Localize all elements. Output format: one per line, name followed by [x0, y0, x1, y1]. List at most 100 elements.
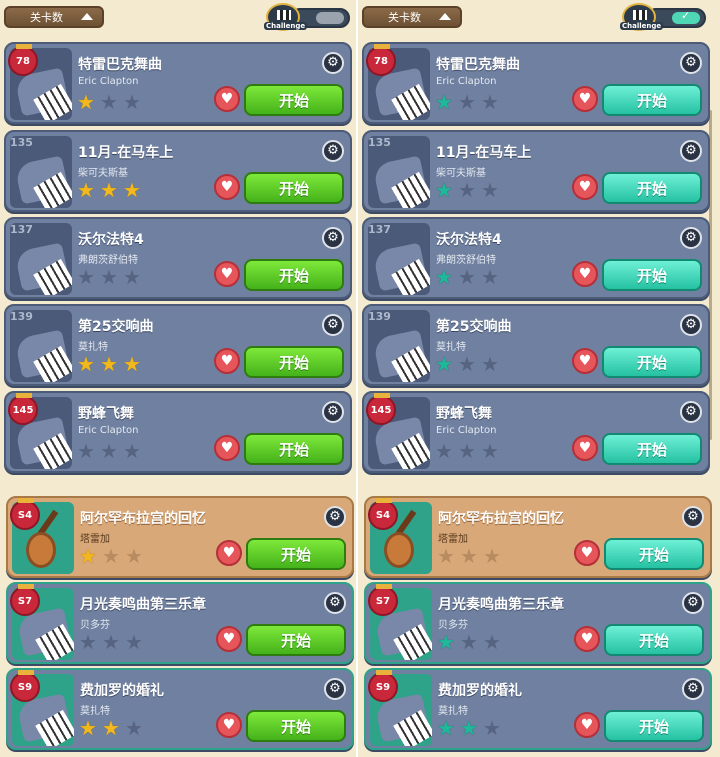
start-button[interactable]: 开始 [604, 624, 704, 656]
heart-icon[interactable]: ♥ [572, 261, 598, 287]
star-icon: ★ [102, 630, 120, 654]
heart-icon[interactable]: ♥ [216, 626, 242, 652]
level-number: 145 [12, 404, 34, 416]
heart-icon[interactable]: ♥ [214, 348, 240, 374]
gear-icon[interactable]: ⚙ [322, 52, 344, 74]
star-rating: ★ ★ ★ [76, 92, 142, 112]
song-card[interactable]: 135 11月-在马车上 柴可夫斯基 ★ ★ ★ ⚙ ♥ 开始 [362, 130, 710, 212]
level-number: 145 [370, 404, 392, 416]
song-card[interactable]: 145 野蜂飞舞 Eric Clapton ★ ★ ★ ⚙ ♥ 开始 [362, 391, 710, 473]
start-button[interactable]: 开始 [246, 538, 346, 570]
star-icon: ★ [460, 716, 478, 740]
gear-icon[interactable]: ⚙ [682, 506, 704, 528]
heart-icon[interactable]: ♥ [214, 86, 240, 112]
gear-icon[interactable]: ⚙ [680, 401, 702, 423]
level-badge: 145 [366, 393, 396, 425]
song-card[interactable]: 137 沃尔法特4 弗朗茨舒伯特 ★ ★ ★ ⚙ ♥ 开始 [4, 217, 352, 299]
heart-icon[interactable]: ♥ [572, 174, 598, 200]
challenge-label: Challenge [264, 22, 308, 30]
start-button[interactable]: 开始 [602, 346, 702, 378]
song-composer: 莫扎特 [438, 706, 468, 717]
heart-icon[interactable]: ♥ [216, 540, 242, 566]
star-icon: ★ [435, 178, 453, 202]
heart-icon[interactable]: ♥ [214, 435, 240, 461]
challenge-toggle[interactable]: Challenge [264, 3, 352, 31]
start-button[interactable]: 开始 [244, 84, 344, 116]
start-button[interactable]: 开始 [246, 710, 346, 742]
heart-icon[interactable]: ♥ [574, 626, 600, 652]
start-button[interactable]: 开始 [244, 259, 344, 291]
gear-icon[interactable]: ⚙ [324, 506, 346, 528]
gear-icon[interactable]: ⚙ [322, 314, 344, 336]
gear-icon[interactable]: ⚙ [324, 592, 346, 614]
gear-icon[interactable]: ⚙ [322, 227, 344, 249]
heart-icon[interactable]: ♥ [574, 540, 600, 566]
song-card[interactable]: 139 第25交响曲 莫扎特 ★ ★ ★ ⚙ ♥ 开始 [4, 304, 352, 386]
start-button[interactable]: 开始 [244, 172, 344, 204]
star-icon: ★ [77, 352, 95, 376]
start-button[interactable]: 开始 [604, 538, 704, 570]
gear-icon[interactable]: ⚙ [680, 52, 702, 74]
song-card[interactable]: S4 阿尔罕布拉宫的回忆 塔雷加 ★ ★ ★ ⚙ ♥ 开始 [6, 496, 354, 578]
level-badge: S9 [10, 670, 40, 702]
start-button[interactable]: 开始 [244, 346, 344, 378]
song-title: 野蜂飞舞 [78, 406, 134, 422]
song-composer: 塔雷加 [438, 534, 468, 545]
start-button[interactable]: 开始 [602, 84, 702, 116]
start-button[interactable]: 开始 [602, 172, 702, 204]
gear-icon[interactable]: ⚙ [680, 140, 702, 162]
heart-icon[interactable]: ♥ [572, 86, 598, 112]
star-icon: ★ [125, 716, 143, 740]
song-card[interactable]: 78 特雷巴克舞曲 Eric Clapton ★ ★ ★ ⚙ ♥ 开始 [362, 42, 710, 124]
song-card[interactable]: 135 11月-在马车上 柴可夫斯基 ★ ★ ★ ⚙ ♥ 开始 [4, 130, 352, 212]
song-card[interactable]: S7 月光奏鸣曲第三乐章 贝多芬 ★ ★ ★ ⚙ ♥ 开始 [6, 582, 354, 664]
star-icon: ★ [458, 352, 476, 376]
heart-icon[interactable]: ♥ [572, 348, 598, 374]
song-card[interactable]: S4 阿尔罕布拉宫的回忆 塔雷加 ★ ★ ★ ⚙ ♥ 开始 [364, 496, 712, 578]
song-card[interactable]: S7 月光奏鸣曲第三乐章 贝多芬 ★ ★ ★ ⚙ ♥ 开始 [364, 582, 712, 664]
star-icon: ★ [123, 439, 141, 463]
song-card[interactable]: S9 费加罗的婚礼 莫扎特 ★ ★ ★ ⚙ ♥ 开始 [364, 668, 712, 750]
star-icon: ★ [79, 716, 97, 740]
gear-icon[interactable]: ⚙ [322, 401, 344, 423]
level-sort-dropdown[interactable]: 关卡数 [4, 6, 104, 28]
heart-icon[interactable]: ♥ [572, 435, 598, 461]
level-number: 78 [16, 55, 30, 67]
gear-icon[interactable]: ⚙ [680, 314, 702, 336]
level-sort-dropdown[interactable]: 关卡数 [362, 6, 462, 28]
star-icon: ★ [437, 544, 455, 568]
song-card[interactable]: 78 特雷巴克舞曲 Eric Clapton ★ ★ ★ ⚙ ♥ 开始 [4, 42, 352, 124]
star-icon: ★ [435, 90, 453, 114]
song-title: 阿尔罕布拉宫的回忆 [438, 511, 564, 527]
challenge-toggle[interactable]: ✓ Challenge [620, 3, 708, 31]
gear-icon[interactable]: ⚙ [322, 140, 344, 162]
song-composer: Eric Clapton [436, 76, 497, 87]
star-rating: ★ ★ ★ [434, 354, 500, 374]
gear-icon[interactable]: ⚙ [324, 678, 346, 700]
heart-icon[interactable]: ♥ [214, 174, 240, 200]
start-button[interactable]: 开始 [602, 259, 702, 291]
start-button[interactable]: 开始 [244, 433, 344, 465]
gear-icon[interactable]: ⚙ [682, 678, 704, 700]
song-card[interactable]: 139 第25交响曲 莫扎特 ★ ★ ★ ⚙ ♥ 开始 [362, 304, 710, 386]
start-button[interactable]: 开始 [246, 624, 346, 656]
level-badge: S4 [368, 498, 398, 530]
heart-icon[interactable]: ♥ [216, 712, 242, 738]
song-card[interactable]: S9 费加罗的婚礼 莫扎特 ★ ★ ★ ⚙ ♥ 开始 [6, 668, 354, 750]
heart-icon[interactable]: ♥ [214, 261, 240, 287]
start-button[interactable]: 开始 [602, 433, 702, 465]
level-badge: S7 [368, 584, 398, 616]
song-card[interactable]: 145 野蜂飞舞 Eric Clapton ★ ★ ★ ⚙ ♥ 开始 [4, 391, 352, 473]
star-icon: ★ [458, 265, 476, 289]
star-icon: ★ [483, 544, 501, 568]
star-icon: ★ [435, 439, 453, 463]
star-icon: ★ [123, 265, 141, 289]
gear-icon[interactable]: ⚙ [682, 592, 704, 614]
challenge-switch-knob: ✓ [672, 9, 700, 24]
star-icon: ★ [102, 716, 120, 740]
start-button[interactable]: 开始 [604, 710, 704, 742]
heart-icon[interactable]: ♥ [574, 712, 600, 738]
song-card[interactable]: 137 沃尔法特4 弗朗茨舒伯特 ★ ★ ★ ⚙ ♥ 开始 [362, 217, 710, 299]
gear-icon[interactable]: ⚙ [680, 227, 702, 249]
star-rating: ★ ★ ★ [434, 267, 500, 287]
